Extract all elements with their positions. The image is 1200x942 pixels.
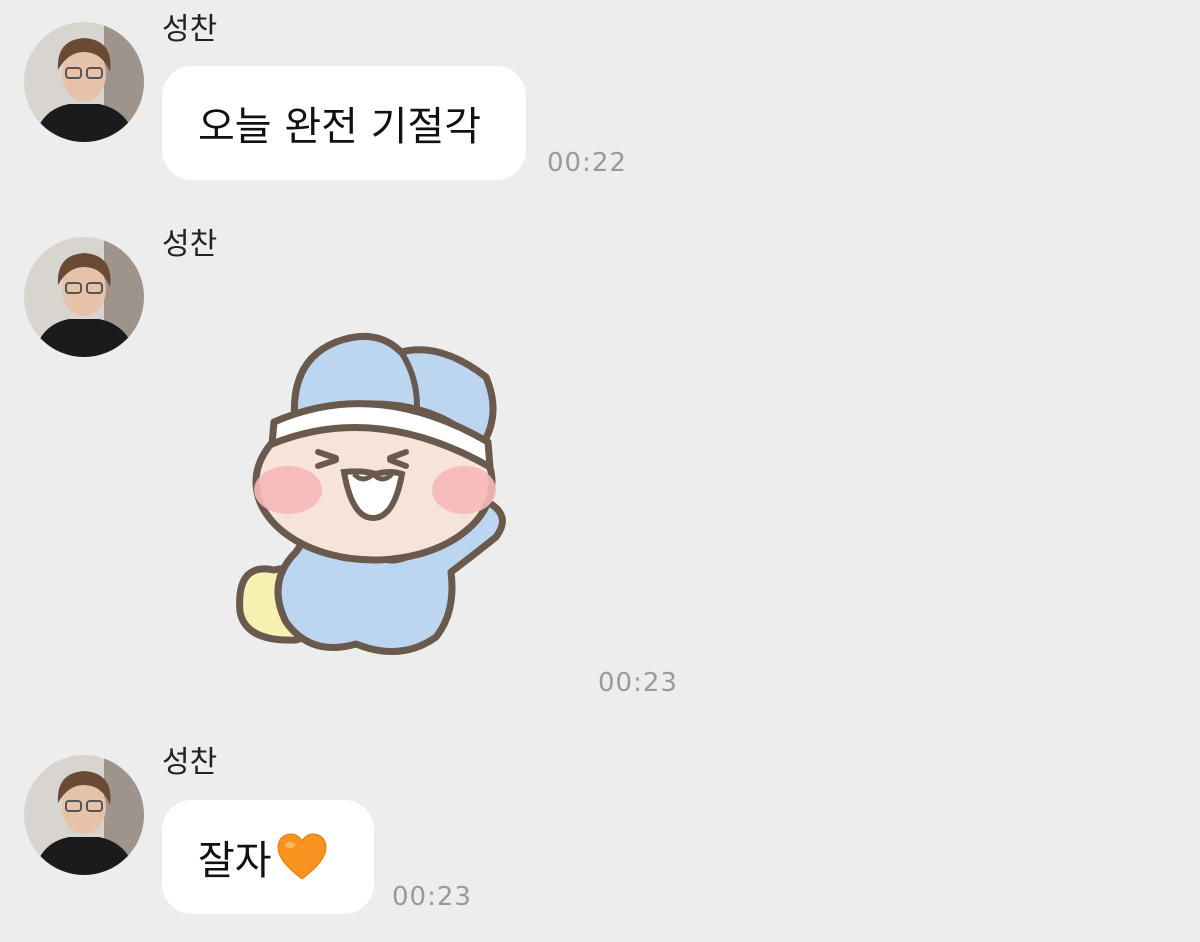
sender-name: 성찬	[162, 12, 218, 47]
message-text: 오늘 완전 기절각	[198, 104, 482, 150]
sender-avatar[interactable]	[24, 22, 144, 142]
message-timestamp: 00:23	[598, 668, 678, 698]
message-bubble[interactable]: 잘자	[162, 800, 374, 914]
sender-avatar[interactable]	[24, 237, 144, 357]
baby-bunny-sticker-icon[interactable]	[226, 322, 512, 660]
sender-name: 성찬	[162, 745, 218, 780]
message-bubble[interactable]: 오늘 완전 기절각	[162, 66, 526, 180]
sender-avatar[interactable]	[24, 755, 144, 875]
message-timestamp: 00:23	[392, 882, 472, 912]
message-timestamp: 00:22	[547, 148, 627, 178]
sender-name: 성찬	[162, 227, 218, 262]
message-text: 잘자	[198, 838, 272, 884]
orange-heart-icon	[277, 833, 327, 880]
